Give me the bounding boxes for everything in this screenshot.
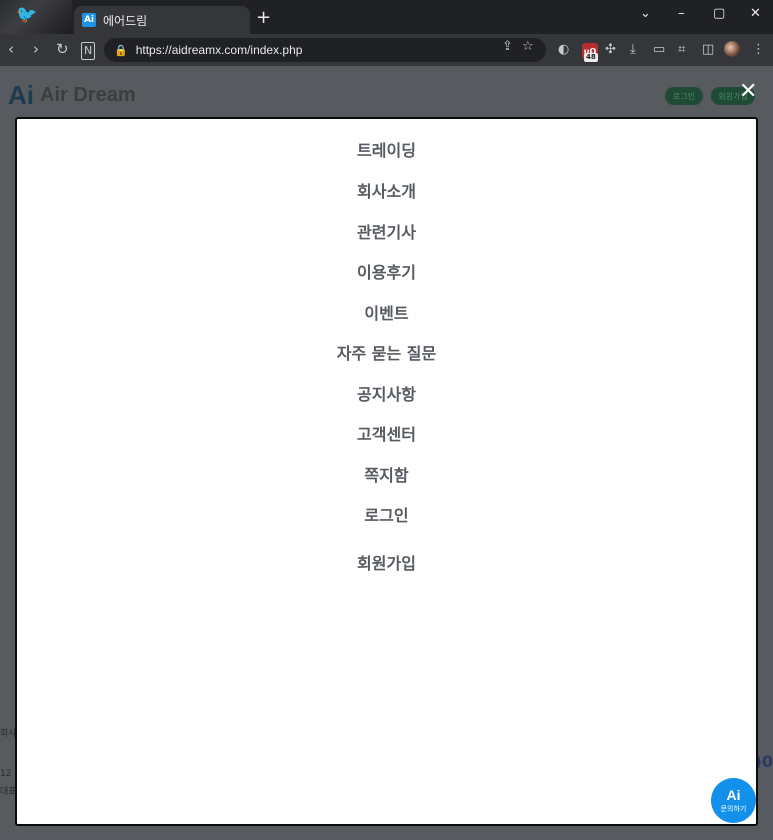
browser-toolbar: ‹ › ↻ N 🔒 https://aidreamx.com/index.php… bbox=[0, 34, 773, 66]
bird-icon: 🐦 bbox=[16, 5, 38, 25]
lock-icon: 🔒 bbox=[114, 43, 128, 57]
tab-search-icon[interactable]: ⌄ bbox=[640, 6, 651, 21]
logo-mark-icon: Ai bbox=[8, 80, 34, 110]
profile-avatar[interactable] bbox=[724, 41, 740, 57]
menu-item-reviews[interactable]: 이용후기 bbox=[17, 259, 756, 283]
chat-logo-icon: Ai bbox=[726, 786, 741, 803]
browser-tab-strip: 🐦 Ai 에어드림 + ⌄ – ▢ ✕ bbox=[0, 0, 773, 34]
tab-strip-theme-art: 🐦 bbox=[0, 0, 72, 34]
menu-item-support[interactable]: 고객센터 bbox=[17, 421, 756, 445]
minimize-icon[interactable]: – bbox=[678, 6, 685, 21]
menu-kebab-icon[interactable]: ⋮ bbox=[752, 42, 765, 57]
extension-mouse-icon[interactable]: ◐ bbox=[558, 42, 569, 57]
reload-icon[interactable]: ↻ bbox=[56, 41, 69, 57]
back-icon[interactable]: ‹ bbox=[8, 41, 14, 57]
chat-inquiry-button[interactable]: Ai 문의하기 bbox=[711, 778, 756, 823]
menu-item-signup[interactable]: 회원가입 bbox=[17, 550, 756, 574]
extension-badge-count: 48 bbox=[584, 53, 598, 62]
menu-item-login[interactable]: 로그인 bbox=[17, 502, 756, 526]
close-window-icon[interactable]: ✕ bbox=[750, 6, 761, 21]
menu-modal: 트레이딩 회사소개 관련기사 이용후기 이벤트 자주 묻는 질문 공지사항 고객… bbox=[15, 117, 758, 826]
notion-extension-icon[interactable]: N bbox=[81, 42, 96, 60]
menu-item-trading[interactable]: 트레이딩 bbox=[17, 137, 756, 161]
site-favicon-icon: Ai bbox=[82, 13, 96, 27]
extensions-puzzle-icon[interactable]: ✣ bbox=[605, 42, 616, 57]
bookmark-star-icon[interactable]: ☆ bbox=[522, 39, 534, 54]
maximize-icon[interactable]: ▢ bbox=[713, 6, 725, 21]
logo-text: Air Dream bbox=[40, 84, 136, 106]
chat-label: 문의하기 bbox=[720, 804, 747, 813]
close-menu-icon[interactable]: ✕ bbox=[739, 81, 757, 103]
screenshot-icon[interactable]: ⌗ bbox=[678, 42, 685, 57]
menu-item-faq[interactable]: 자주 묻는 질문 bbox=[17, 340, 756, 364]
tab-title: 에어드림 bbox=[103, 13, 148, 28]
browser-tab[interactable]: Ai 에어드림 bbox=[74, 6, 250, 34]
download-icon[interactable]: ⤓ bbox=[630, 42, 636, 57]
new-tab-button[interactable]: + bbox=[256, 9, 271, 27]
split-view-icon[interactable]: ◫ bbox=[702, 42, 714, 57]
video-icon[interactable]: ▭ bbox=[653, 42, 665, 57]
address-bar[interactable]: 🔒 https://aidreamx.com/index.php bbox=[104, 38, 546, 62]
share-icon[interactable]: ⇪ bbox=[502, 39, 513, 54]
menu-item-inbox[interactable]: 쪽지함 bbox=[17, 462, 756, 486]
forward-icon[interactable]: › bbox=[33, 41, 39, 57]
url-text: https://aidreamx.com/index.php bbox=[135, 43, 303, 57]
bg-text-fragment: 12 bbox=[0, 769, 12, 779]
header-login-button[interactable]: 로그인 bbox=[665, 87, 703, 105]
menu-item-events[interactable]: 이벤트 bbox=[17, 300, 756, 324]
menu-item-notice[interactable]: 공지사항 bbox=[17, 381, 756, 405]
site-logo[interactable]: Ai Air Dream bbox=[8, 80, 136, 111]
menu-item-articles[interactable]: 관련기사 bbox=[17, 219, 756, 243]
menu-item-company[interactable]: 회사소개 bbox=[17, 178, 756, 202]
